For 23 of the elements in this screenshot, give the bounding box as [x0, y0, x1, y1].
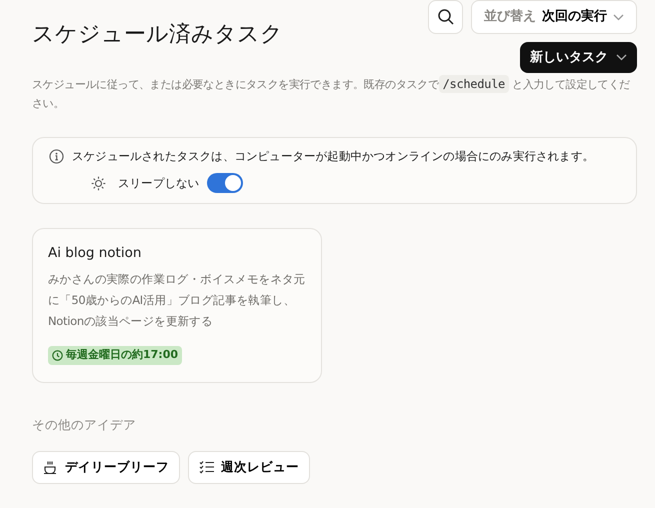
task-title: Ai blog notion: [48, 245, 142, 262]
new-task-button[interactable]: 新しいタスク: [520, 42, 637, 73]
chevron-down-icon: [613, 14, 624, 20]
idea-button[interactable]: デイリーブリーフ: [32, 450, 180, 484]
task-description: みかさんの実際の作業ログ・ボイスメモをネタ元に「50歳からのAI活用」ブログ記事を執筆し、Notionの該当ページを更新する: [48, 271, 306, 330]
toggle-switch[interactable]: [207, 173, 244, 194]
chevron-down-icon: [616, 54, 627, 61]
page-title: スケジュール済みタスク: [32, 22, 283, 48]
info-icon: [49, 149, 64, 164]
notice-text: スケジュールされたタスクは、コンピューターが起動中かつオンラインの場合にのみ実行されます。: [72, 148, 594, 165]
description-text: スケジュールに従って、または必要なときにタスクを実行できます。既存のタスクで /schedule と入力して設定してください。: [32, 75, 631, 112]
setting-label: スリープしない: [118, 174, 200, 192]
coffee-cup-icon: [43, 460, 59, 475]
checklist-icon: [199, 460, 215, 474]
clock-icon: [52, 350, 63, 362]
search-icon: [436, 8, 454, 26]
sort-dropdown[interactable]: 並び替え 次回の実行: [471, 0, 637, 34]
section-heading: その他のアイデア: [32, 416, 137, 434]
idea-button[interactable]: 週次レビュー: [188, 450, 310, 484]
sun-icon: [91, 176, 106, 191]
task-card[interactable]: Ai blog notion みかさんの実際の作業ログ・ボイスメモをネタ元に「50歳からのAI活用」ブログ記事を執筆し、Notionの該当ページを更新する 毎週金曜日の約17:00: [32, 228, 322, 384]
schedule-tag: 毎週金曜日の約17:00: [48, 346, 182, 365]
search-button[interactable]: [428, 0, 463, 34]
